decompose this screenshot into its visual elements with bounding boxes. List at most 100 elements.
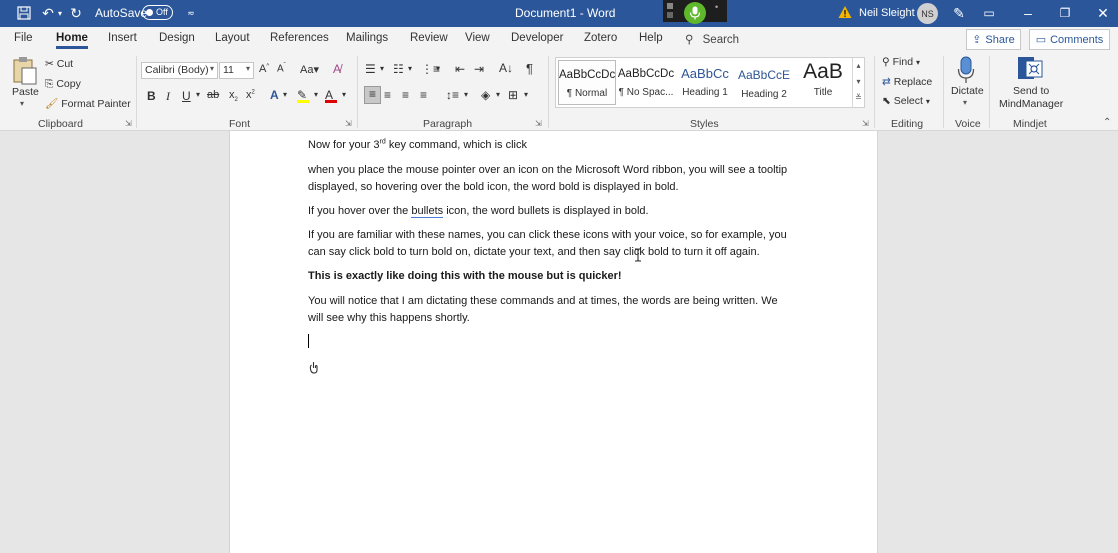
style-title[interactable]: AaB Title xyxy=(794,60,852,105)
collapse-ribbon-icon[interactable]: ⌃ xyxy=(1103,117,1111,128)
tab-insert[interactable]: Insert xyxy=(108,32,137,44)
decrease-indent-icon[interactable]: ⇤ xyxy=(455,62,465,76)
ribbon-display-options-icon[interactable]: ▭ xyxy=(980,4,998,22)
paragraph-4[interactable]: If you are familiar with these names, yo… xyxy=(308,227,808,260)
borders-icon[interactable]: ⊞ xyxy=(508,88,518,102)
style-heading-1[interactable]: AaBbCc Heading 1 xyxy=(676,60,734,105)
bullets-icon[interactable]: ☰ xyxy=(365,62,376,76)
align-right-icon[interactable]: ≡ xyxy=(402,88,409,102)
numbering-dropdown-icon[interactable]: ▾ xyxy=(408,64,412,73)
underline-dropdown-icon[interactable]: ▾ xyxy=(196,90,200,99)
grow-font-icon[interactable]: A^ xyxy=(259,63,269,75)
mindmanager-icon[interactable] xyxy=(1017,56,1043,82)
style-no-spacing[interactable]: AaBbCcDc ¶ No Spac... xyxy=(617,60,675,105)
tab-references[interactable]: References xyxy=(270,32,329,44)
autosave-toggle[interactable]: Off xyxy=(142,5,173,20)
pen-icon[interactable]: ✎ xyxy=(950,4,968,22)
change-case-icon[interactable]: Aa▾ xyxy=(300,63,319,76)
clipboard-launcher-icon[interactable]: ⇲ xyxy=(125,119,132,128)
restore-icon[interactable]: ❐ xyxy=(1056,4,1074,22)
paste-dropdown-icon[interactable]: ▾ xyxy=(20,99,24,108)
shading-dropdown-icon[interactable]: ▾ xyxy=(496,90,500,99)
search-box[interactable]: ⚲ Search xyxy=(685,32,739,46)
shrink-font-icon[interactable]: Aˇ xyxy=(277,63,286,74)
style-normal[interactable]: AaBbCcDc ¶ Normal xyxy=(558,60,616,105)
pilcrow-icon[interactable]: ¶ xyxy=(526,61,533,76)
toolbar-settings-icon[interactable] xyxy=(667,12,673,18)
minimize-icon[interactable]: – xyxy=(1019,4,1037,22)
font-launcher-icon[interactable]: ⇲ xyxy=(345,119,352,128)
dictate-dropdown-icon[interactable]: ▾ xyxy=(963,98,967,107)
comments-button[interactable]: ▭ Comments xyxy=(1029,29,1110,50)
styles-launcher-icon[interactable]: ⇲ xyxy=(862,119,869,128)
italic-icon[interactable]: I xyxy=(166,89,170,104)
toolbar-close-icon[interactable]: • xyxy=(715,2,718,12)
style-heading-2[interactable]: AaBbCcE Heading 2 xyxy=(735,60,793,105)
underline-icon[interactable]: U xyxy=(182,89,191,103)
tab-view[interactable]: View xyxy=(465,32,490,44)
strikethrough-icon[interactable]: ab xyxy=(207,89,219,101)
user-name[interactable]: Neil Sleight xyxy=(859,7,915,19)
send-to-label[interactable]: Send to xyxy=(1013,85,1049,97)
line-spacing-icon[interactable]: ↕≡ xyxy=(446,88,459,102)
subscript-icon[interactable]: x2 xyxy=(229,89,238,103)
font-name-combo[interactable]: Calibri (Body) ▾ xyxy=(141,62,218,79)
styles-scrollbar[interactable]: ▴ ▾ ≚ xyxy=(852,58,864,107)
font-color-dropdown-icon[interactable]: ▾ xyxy=(342,90,346,99)
text-effects-dropdown-icon[interactable]: ▾ xyxy=(283,90,287,99)
paragraph-3[interactable]: If you hover over the bullets icon, the … xyxy=(308,203,808,220)
find-button[interactable]: ⚲ Find ▾ xyxy=(882,56,920,68)
text-effects-icon[interactable]: A xyxy=(270,88,279,102)
line-spacing-dropdown-icon[interactable]: ▾ xyxy=(464,90,468,99)
font-size-combo[interactable]: 11 ▾ xyxy=(219,62,254,79)
highlight-icon[interactable]: ✎ xyxy=(297,88,309,103)
tab-review[interactable]: Review xyxy=(410,32,448,44)
undo-dropdown-icon[interactable]: ▾ xyxy=(56,4,64,22)
mindmanager-label[interactable]: MindManager xyxy=(999,98,1063,110)
customize-toolbar-icon[interactable]: ≂ xyxy=(186,4,196,22)
select-button[interactable]: ⬉ Select ▾ xyxy=(882,95,930,107)
toolbar-grip-icon[interactable] xyxy=(667,3,673,9)
paragraph-2[interactable]: when you place the mouse pointer over an… xyxy=(308,162,808,195)
tab-home[interactable]: Home xyxy=(56,32,88,49)
undo-icon[interactable]: ↶ xyxy=(40,4,56,22)
shading-icon[interactable]: ◈ xyxy=(481,88,490,102)
tab-zotero[interactable]: Zotero xyxy=(584,32,617,44)
tab-layout[interactable]: Layout xyxy=(215,32,250,44)
replace-button[interactable]: ⇄ Replace xyxy=(882,76,932,88)
scroll-down-icon[interactable]: ▾ xyxy=(853,74,864,90)
highlight-dropdown-icon[interactable]: ▾ xyxy=(314,90,318,99)
tab-mailings[interactable]: Mailings xyxy=(346,32,388,44)
numbering-icon[interactable]: ☷ xyxy=(393,62,404,76)
superscript-icon[interactable]: x2 xyxy=(246,89,255,101)
multilevel-dropdown-icon[interactable]: ▾ xyxy=(436,64,440,73)
paragraph-6[interactable]: You will notice that I am dictating thes… xyxy=(308,293,808,326)
bold-icon[interactable]: B xyxy=(147,89,156,103)
clear-formatting-icon[interactable]: A̸ xyxy=(333,62,341,76)
align-center-icon[interactable]: ≡ xyxy=(384,88,391,102)
share-button[interactable]: ⇪ Share xyxy=(966,29,1021,50)
avatar[interactable]: NS xyxy=(917,3,938,24)
increase-indent-icon[interactable]: ⇥ xyxy=(474,62,484,76)
paragraph-launcher-icon[interactable]: ⇲ xyxy=(535,119,542,128)
paste-label[interactable]: Paste xyxy=(12,86,39,98)
close-icon[interactable]: ✕ xyxy=(1094,4,1112,22)
scroll-up-icon[interactable]: ▴ xyxy=(853,58,864,74)
paragraph-1[interactable]: Now for your 3rd key command, which is c… xyxy=(308,137,808,154)
format-painter-button[interactable]: 🖌 Format Painter xyxy=(45,97,131,110)
paste-icon[interactable] xyxy=(10,56,38,88)
document-page[interactable]: Now for your 3rd key command, which is c… xyxy=(229,131,878,553)
dictate-microphone-icon[interactable] xyxy=(957,56,975,84)
bullets-dropdown-icon[interactable]: ▾ xyxy=(380,64,384,73)
more-styles-icon[interactable]: ≚ xyxy=(853,90,864,106)
sort-icon[interactable]: A↓ xyxy=(499,61,513,75)
paragraph-5[interactable]: This is exactly like doing this with the… xyxy=(308,268,808,285)
align-left-icon[interactable]: ≡ xyxy=(364,86,381,104)
font-color-icon[interactable]: A xyxy=(325,88,337,103)
tab-help[interactable]: Help xyxy=(639,32,663,44)
save-icon[interactable] xyxy=(15,4,33,22)
microphone-icon[interactable] xyxy=(684,2,706,24)
redo-icon[interactable]: ↻ xyxy=(68,4,84,22)
borders-dropdown-icon[interactable]: ▾ xyxy=(524,90,528,99)
warning-icon[interactable] xyxy=(838,5,852,19)
